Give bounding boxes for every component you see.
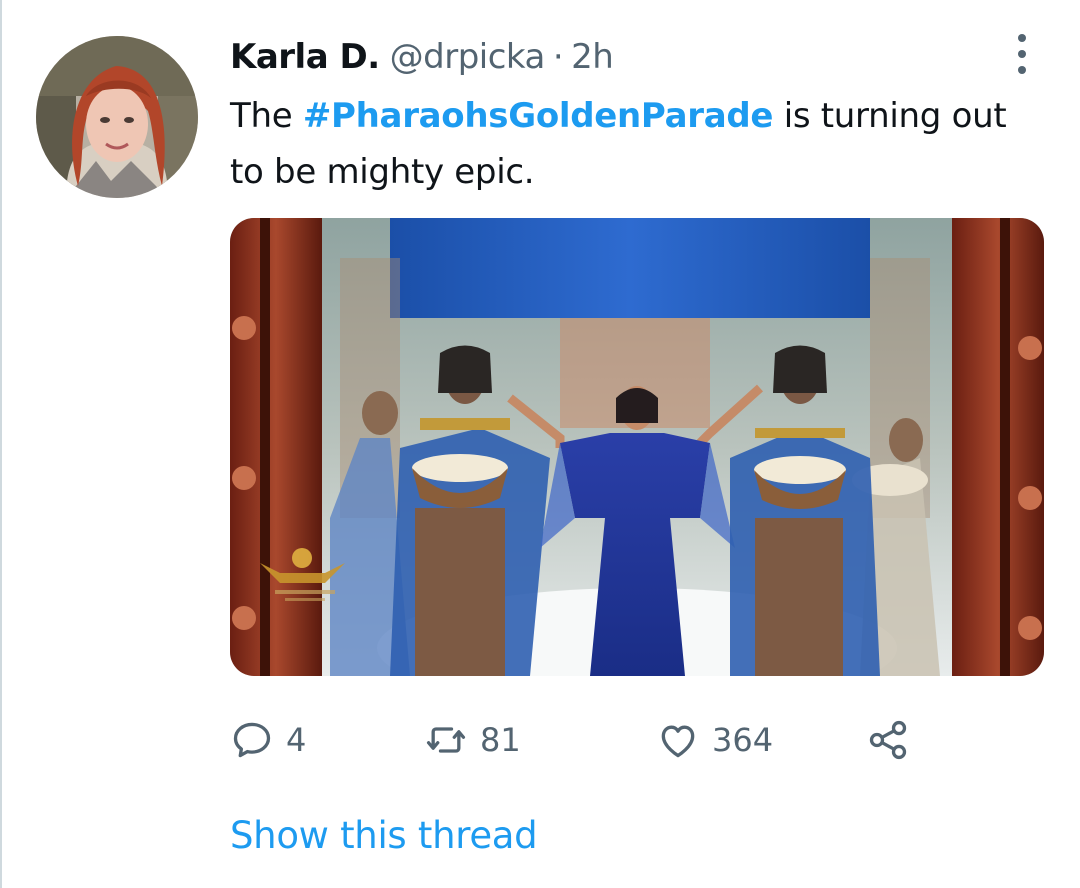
like-icon — [661, 725, 695, 758]
retweet-button[interactable]: 81 — [424, 712, 521, 768]
timestamp[interactable]: 2h — [571, 37, 614, 77]
tweet-actions: 4 81 364 — [230, 712, 930, 768]
share-button[interactable] — [866, 712, 910, 768]
more-vertical-icon[interactable] — [1010, 34, 1034, 74]
show-thread-link[interactable]: Show this thread — [230, 814, 538, 857]
author-name[interactable]: Karla D. — [230, 37, 380, 77]
avatar[interactable] — [36, 36, 198, 198]
hashtag-link[interactable]: #PharaohsGoldenParade — [303, 96, 774, 136]
reply-count: 4 — [286, 721, 307, 759]
reply-button[interactable]: 4 — [230, 712, 306, 768]
tweet-text-before: The — [230, 96, 303, 136]
media-image — [230, 218, 1044, 676]
reply-icon — [233, 722, 271, 758]
tweet-media[interactable] — [230, 218, 1044, 676]
tweet-text: The #PharaohsGoldenParade is turning out… — [230, 88, 1040, 200]
author-handle[interactable]: @drpicka — [390, 37, 546, 77]
like-button[interactable]: 364 — [656, 712, 773, 768]
tweet-header: Karla D. @drpicka · 2h — [230, 32, 614, 82]
retweet-icon — [426, 727, 466, 753]
share-icon — [869, 720, 907, 760]
tweet[interactable]: Karla D. @drpicka · 2h The #PharaohsGold… — [0, 0, 1080, 888]
separator-dot: · — [552, 37, 564, 77]
retweet-count: 81 — [480, 721, 521, 759]
like-count: 364 — [712, 721, 774, 759]
